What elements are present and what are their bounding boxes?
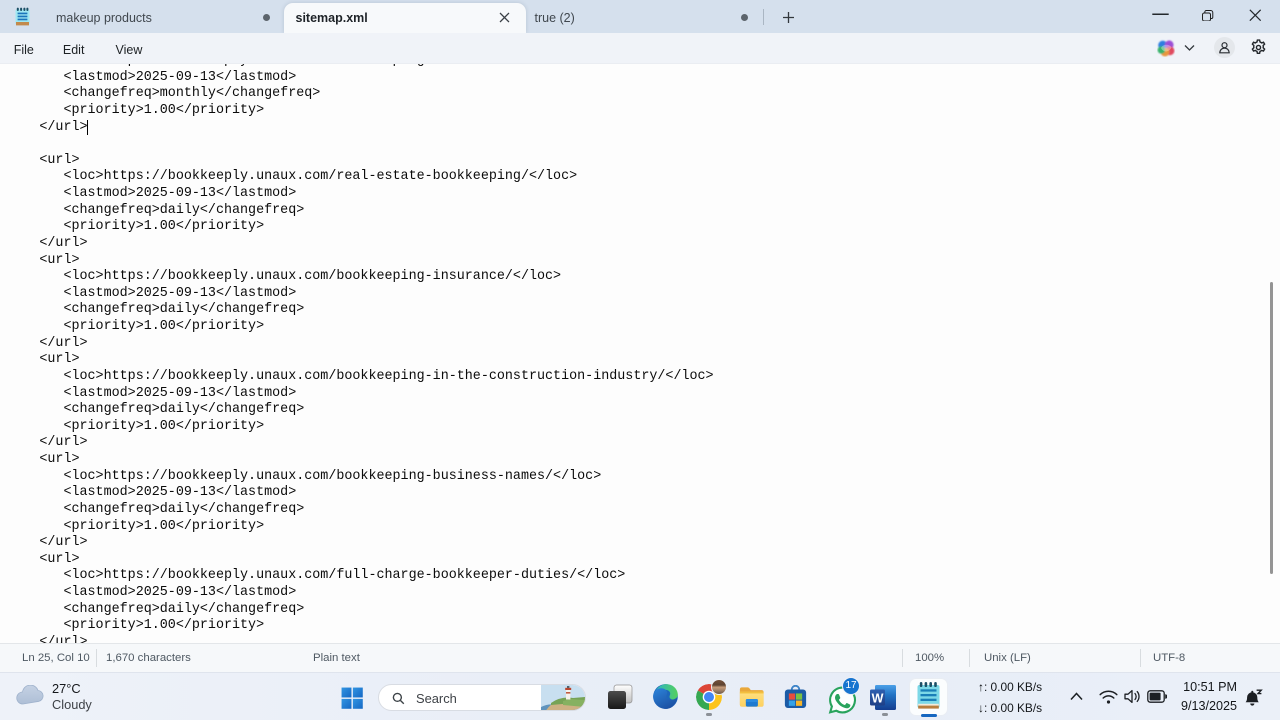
svg-text:W: W bbox=[872, 692, 884, 706]
